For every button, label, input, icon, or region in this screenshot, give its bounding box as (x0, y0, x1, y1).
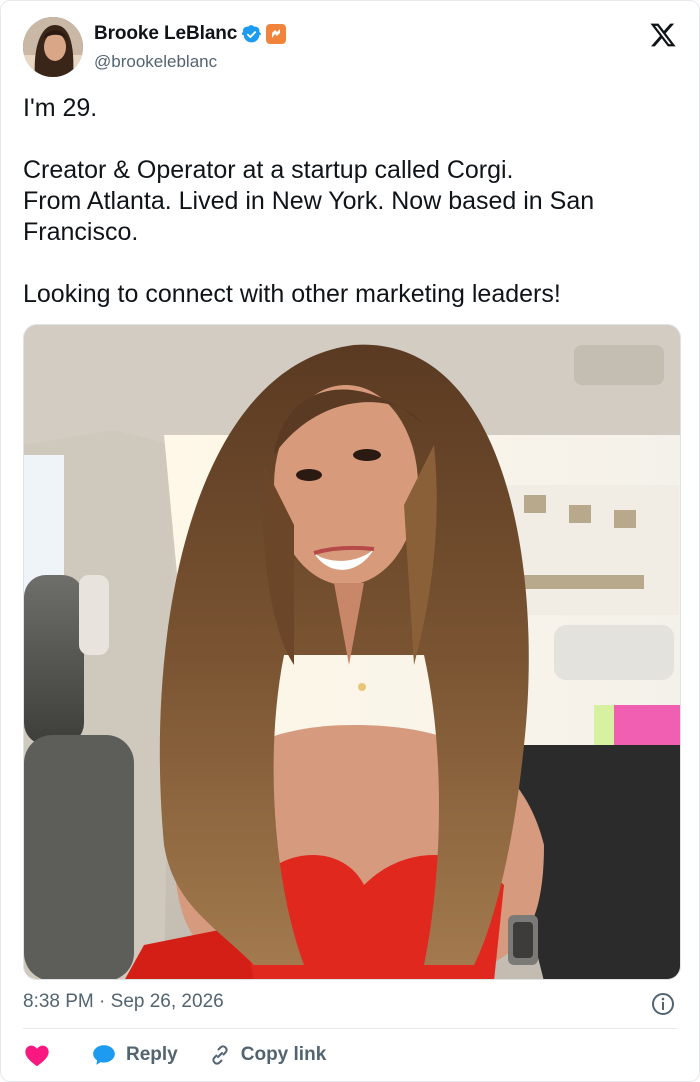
display-name[interactable]: Brooke LeBlanc (94, 23, 237, 45)
tweet-time: 8:38 PM (23, 991, 94, 1012)
x-logo-icon[interactable] (649, 21, 677, 49)
tweet-header: Brooke LeBlanc @brookeleblanc (23, 17, 679, 79)
name-row: Brooke LeBlanc (94, 23, 287, 45)
info-icon[interactable] (651, 992, 675, 1016)
tweet-timestamp[interactable]: 8:38 PM · Sep 26, 2026 (23, 991, 224, 1013)
tweet-date: Sep 26, 2026 (110, 991, 224, 1012)
verified-badge-icon (242, 24, 262, 42)
heart-icon (25, 1045, 49, 1067)
reply-button[interactable]: Reply (91, 1042, 178, 1068)
link-icon (212, 1045, 228, 1065)
handle[interactable]: @brookeleblanc (94, 52, 217, 72)
affiliate-badge-icon[interactable] (266, 24, 287, 44)
photo-image (24, 325, 680, 979)
like-button[interactable] (23, 1041, 51, 1069)
tweet-card: Brooke LeBlanc @brookeleblanc I'm 29. Cr… (0, 0, 700, 1082)
tweet-text: I'm 29. Creator & Operator at a startup … (23, 94, 595, 308)
avatar-image (23, 17, 83, 77)
reply-bubble-icon (93, 1045, 115, 1065)
copy-link-label: Copy link (240, 1044, 327, 1065)
avatar[interactable] (23, 17, 83, 77)
reply-label: Reply (126, 1044, 178, 1065)
divider (23, 1028, 677, 1029)
copy-link-button[interactable]: Copy link (208, 1043, 327, 1067)
timestamp-separator: · (99, 991, 106, 1012)
tweet-photo[interactable] (23, 324, 681, 980)
action-bar: Reply Copy link (23, 1041, 356, 1069)
